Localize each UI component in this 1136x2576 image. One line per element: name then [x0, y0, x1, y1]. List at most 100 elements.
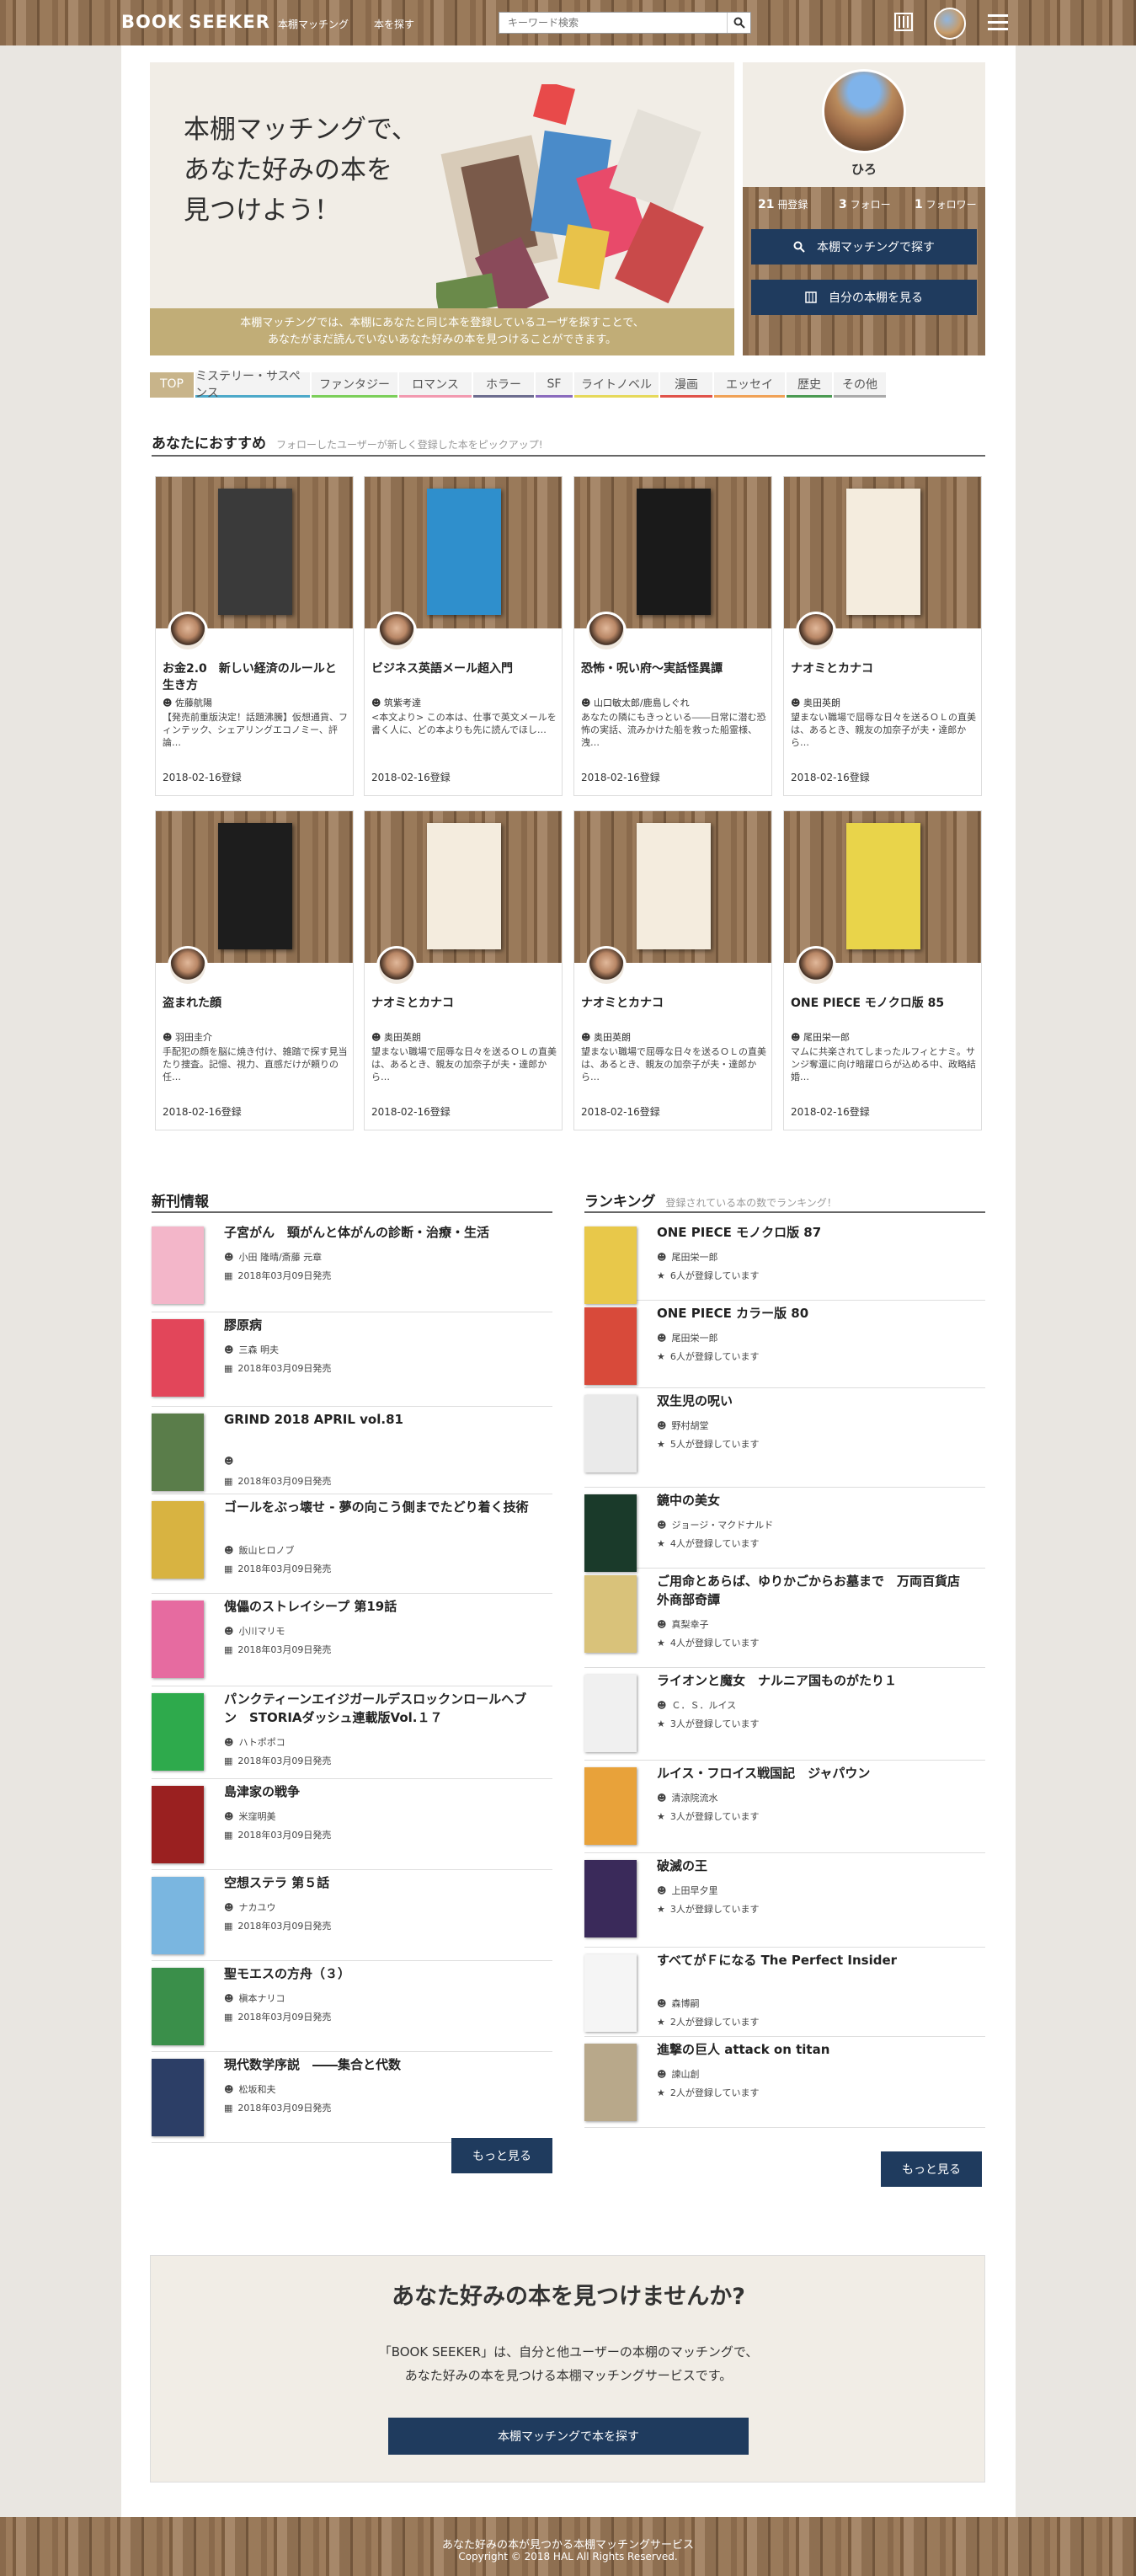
book-title[interactable]: お金2.0 新しい経済のルールと生き方: [163, 660, 348, 694]
list-item[interactable]: ライオンと魔女 ナルニア国ものがたり１ ☻ Ｃ．Ｓ．ルイス ★ 3人が登録しています: [584, 1668, 985, 1761]
book-title[interactable]: 盗まれた顔: [163, 995, 348, 1012]
book-thumbnail[interactable]: [152, 1601, 204, 1678]
book-title[interactable]: 聖モエスの方舟（３）: [224, 1964, 536, 1983]
book-cover[interactable]: [637, 489, 711, 615]
book-title[interactable]: ナオミとカナコ: [371, 995, 557, 1012]
book-card[interactable]: ビジネス英語メール超入門 ☻ 筑紫考達 <本文より> この本は、仕事で英文メールを書…: [364, 476, 563, 796]
profile-avatar[interactable]: [822, 69, 906, 153]
book-thumbnail[interactable]: [584, 1227, 637, 1304]
book-title[interactable]: すべてがＦになる The Perfect Insider: [657, 1951, 968, 1969]
book-title[interactable]: 恐怖・呪い府〜実話怪異譚: [581, 660, 766, 677]
book-card[interactable]: 恐怖・呪い府〜実話怪異譚 ☻ 山口敏太郎/鹿島しぐれ あなたの隣にもきっといる――日…: [573, 476, 772, 796]
list-item[interactable]: 島津家の戦争 ☻ 米窪明美 ▦ 2018年03月09日発売: [152, 1779, 552, 1870]
book-card-image[interactable]: [784, 811, 981, 963]
list-item[interactable]: 破滅の王 ☻ 上田早夕里 ★ 3人が登録しています: [584, 1853, 985, 1948]
stat-follower[interactable]: 1 フォロワー: [915, 197, 977, 211]
ranking-more-button[interactable]: もっと見る: [881, 2151, 982, 2187]
book-cover[interactable]: [637, 823, 711, 949]
user-avatar[interactable]: [168, 612, 208, 652]
my-shelf-button[interactable]: 自分の本棚を見る: [751, 280, 977, 315]
tab-genre-6[interactable]: ライトノベル: [574, 372, 659, 398]
book-cover[interactable]: [218, 489, 292, 615]
book-title[interactable]: ONE PIECE モノクロ版 87: [657, 1223, 968, 1242]
list-item[interactable]: 傀儡のストレイシープ 第19話 ☻ 小川マリモ ▦ 2018年03月09日発売: [152, 1594, 552, 1686]
book-title[interactable]: 双生児の呪い: [657, 1392, 968, 1410]
book-title[interactable]: 島津家の戦争: [224, 1782, 536, 1801]
book-card-image[interactable]: [574, 811, 771, 963]
book-card[interactable]: ナオミとカナコ ☻ 奥田英朗 望まない職場で屈辱な日々を送るＯＬの直美は、あるとき、…: [364, 810, 563, 1130]
book-title[interactable]: パンクティーンエイジガールデスロックンロールヘブン STORIAダッシュ連載版V…: [224, 1690, 536, 1727]
list-item[interactable]: 双生児の呪い ☻ 野村胡堂 ★ 5人が登録しています: [584, 1388, 985, 1488]
search-button[interactable]: [727, 13, 750, 33]
user-avatar[interactable]: [796, 946, 836, 986]
list-item[interactable]: 子宮がん 頸がんと体がんの診断・治療・生活 ☻ 小田 隆晴/斎藤 元章 ▦ 2018年0…: [152, 1220, 552, 1312]
book-cover[interactable]: [427, 489, 501, 615]
cta-button[interactable]: 本棚マッチングで本を探す: [388, 2418, 749, 2455]
tab-genre-3[interactable]: ロマンス: [399, 372, 472, 398]
stat-books[interactable]: 21 冊登録: [758, 197, 808, 211]
book-title[interactable]: 破滅の王: [657, 1857, 968, 1875]
list-item[interactable]: 聖モエスの方舟（３） ☻ 槇本ナリコ ▦ 2018年03月09日発売: [152, 1961, 552, 2052]
list-item[interactable]: GRIND 2018 APRIL vol.81 ☻ ▦ 2018年03月09日発売: [152, 1407, 552, 1494]
list-item[interactable]: ご用命とあらば、ゆりかごからお墓まで 万両百貨店外商部奇譚 ☻ 真梨幸子 ★ 4人が登録…: [584, 1569, 985, 1668]
book-thumbnail[interactable]: [152, 1968, 204, 2045]
profile-name[interactable]: ひろ: [743, 160, 985, 178]
book-title[interactable]: ONE PIECE モノクロ版 85: [791, 995, 976, 1012]
book-title[interactable]: 進撃の巨人 attack on titan: [657, 2040, 968, 2059]
shelf-matching-button[interactable]: 本棚マッチングで探す: [751, 229, 977, 265]
book-thumbnail[interactable]: [584, 1494, 637, 1572]
book-thumbnail[interactable]: [152, 1501, 204, 1579]
list-item[interactable]: ルイス・フロイス戦国記 ジャパウン ☻ 清涼院流水 ★ 3人が登録しています: [584, 1761, 985, 1853]
user-avatar[interactable]: [376, 612, 417, 652]
list-item[interactable]: ONE PIECE モノクロ版 87 ☻ 尾田栄一郎 ★ 6人が登録しています: [584, 1220, 985, 1304]
list-item[interactable]: ゴールをぶっ壊せ - 夢の向こう側までたどり着く技術 ☻ 飯山ヒロノブ ▦ 2018年0…: [152, 1494, 552, 1594]
user-avatar[interactable]: [934, 8, 966, 40]
book-card-image[interactable]: [156, 811, 353, 963]
tab-genre-2[interactable]: ファンタジー: [312, 372, 397, 398]
book-card-image[interactable]: [574, 477, 771, 628]
user-avatar[interactable]: [586, 946, 627, 986]
book-title[interactable]: 子宮がん 頸がんと体がんの診断・治療・生活: [224, 1223, 536, 1242]
book-card-image[interactable]: [156, 477, 353, 628]
book-card[interactable]: ナオミとカナコ ☻ 奥田英朗 望まない職場で屈辱な日々を送るＯＬの直美は、あるとき、…: [573, 810, 772, 1130]
tab-genre-4[interactable]: ホラー: [473, 372, 534, 398]
book-thumbnail[interactable]: [152, 1693, 204, 1771]
book-cover[interactable]: [427, 823, 501, 949]
book-title[interactable]: GRIND 2018 APRIL vol.81: [224, 1410, 536, 1429]
book-title[interactable]: ルイス・フロイス戦国記 ジャパウン: [657, 1764, 968, 1782]
list-item[interactable]: ONE PIECE カラー版 80 ☻ 尾田栄一郎 ★ 6人が登録しています: [584, 1301, 985, 1388]
book-card-image[interactable]: [365, 811, 562, 963]
tab-genre-7[interactable]: 漫画: [660, 372, 712, 398]
book-title[interactable]: 現代数学序説 ――集合と代数: [224, 2055, 536, 2074]
book-title[interactable]: ゴールをぶっ壊せ - 夢の向こう側までたどり着く技術: [224, 1498, 536, 1516]
book-title[interactable]: ナオミとカナコ: [581, 995, 766, 1012]
tab-genre-10[interactable]: その他: [834, 372, 886, 398]
search-input[interactable]: [499, 13, 727, 33]
bookshelf-icon[interactable]: [894, 13, 913, 31]
book-thumbnail[interactable]: [584, 1575, 637, 1653]
book-cover[interactable]: [846, 823, 920, 949]
nav-link-search[interactable]: 本を探す: [374, 17, 414, 31]
tab-genre-8[interactable]: エッセイ: [714, 372, 785, 398]
user-avatar[interactable]: [168, 946, 208, 986]
book-card[interactable]: ナオミとカナコ ☻ 奥田英朗 望まない職場で屈辱な日々を送るＯＬの直美は、あるとき、…: [783, 476, 982, 796]
book-thumbnail[interactable]: [584, 2044, 637, 2121]
list-item[interactable]: 空想ステラ 第５話 ☻ ナカユウ ▦ 2018年03月09日発売: [152, 1870, 552, 1961]
book-thumbnail[interactable]: [152, 2059, 204, 2136]
new-releases-more-button[interactable]: もっと見る: [451, 2138, 552, 2173]
tab-genre-5[interactable]: SF: [536, 372, 573, 398]
list-item[interactable]: 膠原病 ☻ 三森 明夫 ▦ 2018年03月09日発売: [152, 1312, 552, 1407]
list-item[interactable]: 鏡中の美女 ☻ ジョージ・マクドナルド ★ 4人が登録しています: [584, 1488, 985, 1572]
book-thumbnail[interactable]: [152, 1227, 204, 1304]
book-thumbnail[interactable]: [584, 1675, 637, 1752]
book-title[interactable]: ONE PIECE カラー版 80: [657, 1304, 968, 1323]
tab-genre-1[interactable]: ミステリー・サスペンス: [195, 370, 310, 400]
book-title[interactable]: ナオミとカナコ: [791, 660, 976, 677]
list-item[interactable]: すべてがＦになる The Perfect Insider ☻ 森博嗣 ★ 2人が登録して…: [584, 1948, 985, 2037]
user-avatar[interactable]: [796, 612, 836, 652]
tab-top[interactable]: TOP: [150, 372, 194, 398]
book-thumbnail[interactable]: [152, 1786, 204, 1863]
book-thumbnail[interactable]: [584, 1860, 637, 1937]
user-avatar[interactable]: [376, 946, 417, 986]
book-title[interactable]: ご用命とあらば、ゆりかごからお墓まで 万両百貨店外商部奇譚: [657, 1572, 968, 1609]
